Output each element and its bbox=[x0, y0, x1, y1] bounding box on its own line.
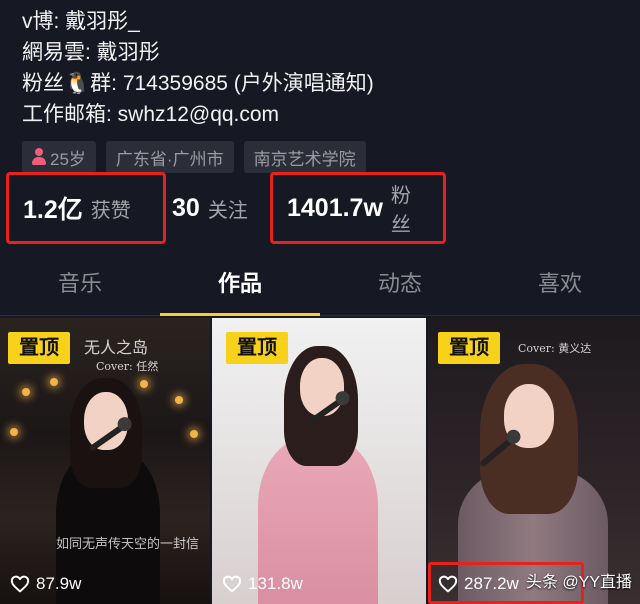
following-count: 30 bbox=[172, 193, 200, 222]
tab-label: 音乐 bbox=[57, 271, 102, 296]
cover-title: 无人之岛 bbox=[84, 338, 149, 357]
profile-bio: v博: 戴羽彤_ 網易雲: 戴羽彤 粉丝🐧群: 714359685 (户外演唱通… bbox=[22, 6, 622, 130]
age-tag: 25岁 bbox=[22, 141, 96, 173]
likes-label: 获赞 bbox=[90, 199, 131, 222]
tab-label: 动态 bbox=[377, 271, 422, 296]
pinned-badge: 置顶 bbox=[8, 332, 70, 364]
following-stat[interactable]: 30 关注 bbox=[172, 172, 282, 244]
heart-icon bbox=[10, 575, 30, 593]
pinned-badge: 置顶 bbox=[438, 332, 500, 364]
cover-credit: Cover: 黄义达 bbox=[518, 342, 592, 355]
heart-icon bbox=[222, 575, 242, 593]
pinned-badge: 置顶 bbox=[226, 332, 288, 364]
tab-works[interactable]: 作品 bbox=[160, 262, 320, 316]
likes-count: 131.8w bbox=[248, 574, 303, 593]
age-label: 25岁 bbox=[50, 149, 86, 169]
profile-tags: 25岁 广东省·广州市 南京艺术学院 bbox=[22, 141, 366, 173]
female-icon bbox=[32, 148, 46, 166]
likes-stat: 1.2亿 获赞 bbox=[6, 172, 166, 244]
video-grid: 无人之岛 Cover: 任然 如同无声传天空的一封信 置顶 87.9w 置顶 1… bbox=[0, 318, 640, 604]
likes-count: 287.2w bbox=[464, 574, 519, 593]
fans-count: 1401.7w bbox=[287, 193, 383, 222]
bio-weibo: v博: 戴羽彤_ bbox=[22, 10, 140, 33]
school-label: 南京艺术学院 bbox=[253, 149, 356, 169]
likes-count: 87.9w bbox=[36, 574, 82, 593]
source-watermark: 头条 @YY直播 bbox=[525, 574, 632, 591]
profile-stats: 1.2亿 获赞 30 关注 1401.7w 粉丝 bbox=[0, 172, 640, 248]
tab-moments[interactable]: 动态 bbox=[320, 262, 480, 316]
heart-icon bbox=[438, 575, 458, 593]
tab-label: 作品 bbox=[217, 271, 262, 296]
content-tabs: 音乐 作品 动态 喜欢 bbox=[0, 262, 640, 316]
video-thumbnail[interactable]: 无人之岛 Cover: 任然 如同无声传天空的一封信 置顶 87.9w bbox=[0, 318, 210, 604]
location-tag[interactable]: 广东省·广州市 bbox=[105, 141, 234, 173]
tab-label: 喜欢 bbox=[537, 271, 582, 296]
following-label: 关注 bbox=[207, 199, 248, 222]
bio-email: 工作邮箱: swhz12@qq.com bbox=[22, 103, 280, 126]
video-subtitle: 如同无声传天空的一封信 bbox=[56, 536, 200, 551]
fans-label: 粉丝 bbox=[390, 185, 411, 236]
video-thumbnail[interactable]: Cover: 黄义达 置顶 287.2w 头条 @YY直播 bbox=[428, 318, 640, 604]
active-tab-indicator bbox=[160, 313, 320, 316]
bio-netease: 網易雲: 戴羽彤 bbox=[22, 41, 160, 64]
school-tag[interactable]: 南京艺术学院 bbox=[243, 141, 366, 173]
video-likes: 287.2w bbox=[438, 574, 519, 594]
tab-music[interactable]: 音乐 bbox=[0, 262, 160, 316]
video-likes: 87.9w bbox=[10, 574, 81, 594]
video-likes: 131.8w bbox=[222, 574, 303, 594]
tab-likes[interactable]: 喜欢 bbox=[480, 262, 640, 316]
cover-credit: Cover: 任然 bbox=[96, 360, 159, 373]
fans-stat[interactable]: 1401.7w 粉丝 bbox=[270, 172, 446, 244]
likes-count: 1.2亿 bbox=[23, 196, 83, 224]
location-label: 广东省·广州市 bbox=[115, 149, 224, 169]
video-thumbnail[interactable]: 置顶 131.8w bbox=[212, 318, 426, 604]
bio-fan-group: 粉丝🐧群: 714359685 (户外演唱通知) bbox=[22, 72, 374, 95]
